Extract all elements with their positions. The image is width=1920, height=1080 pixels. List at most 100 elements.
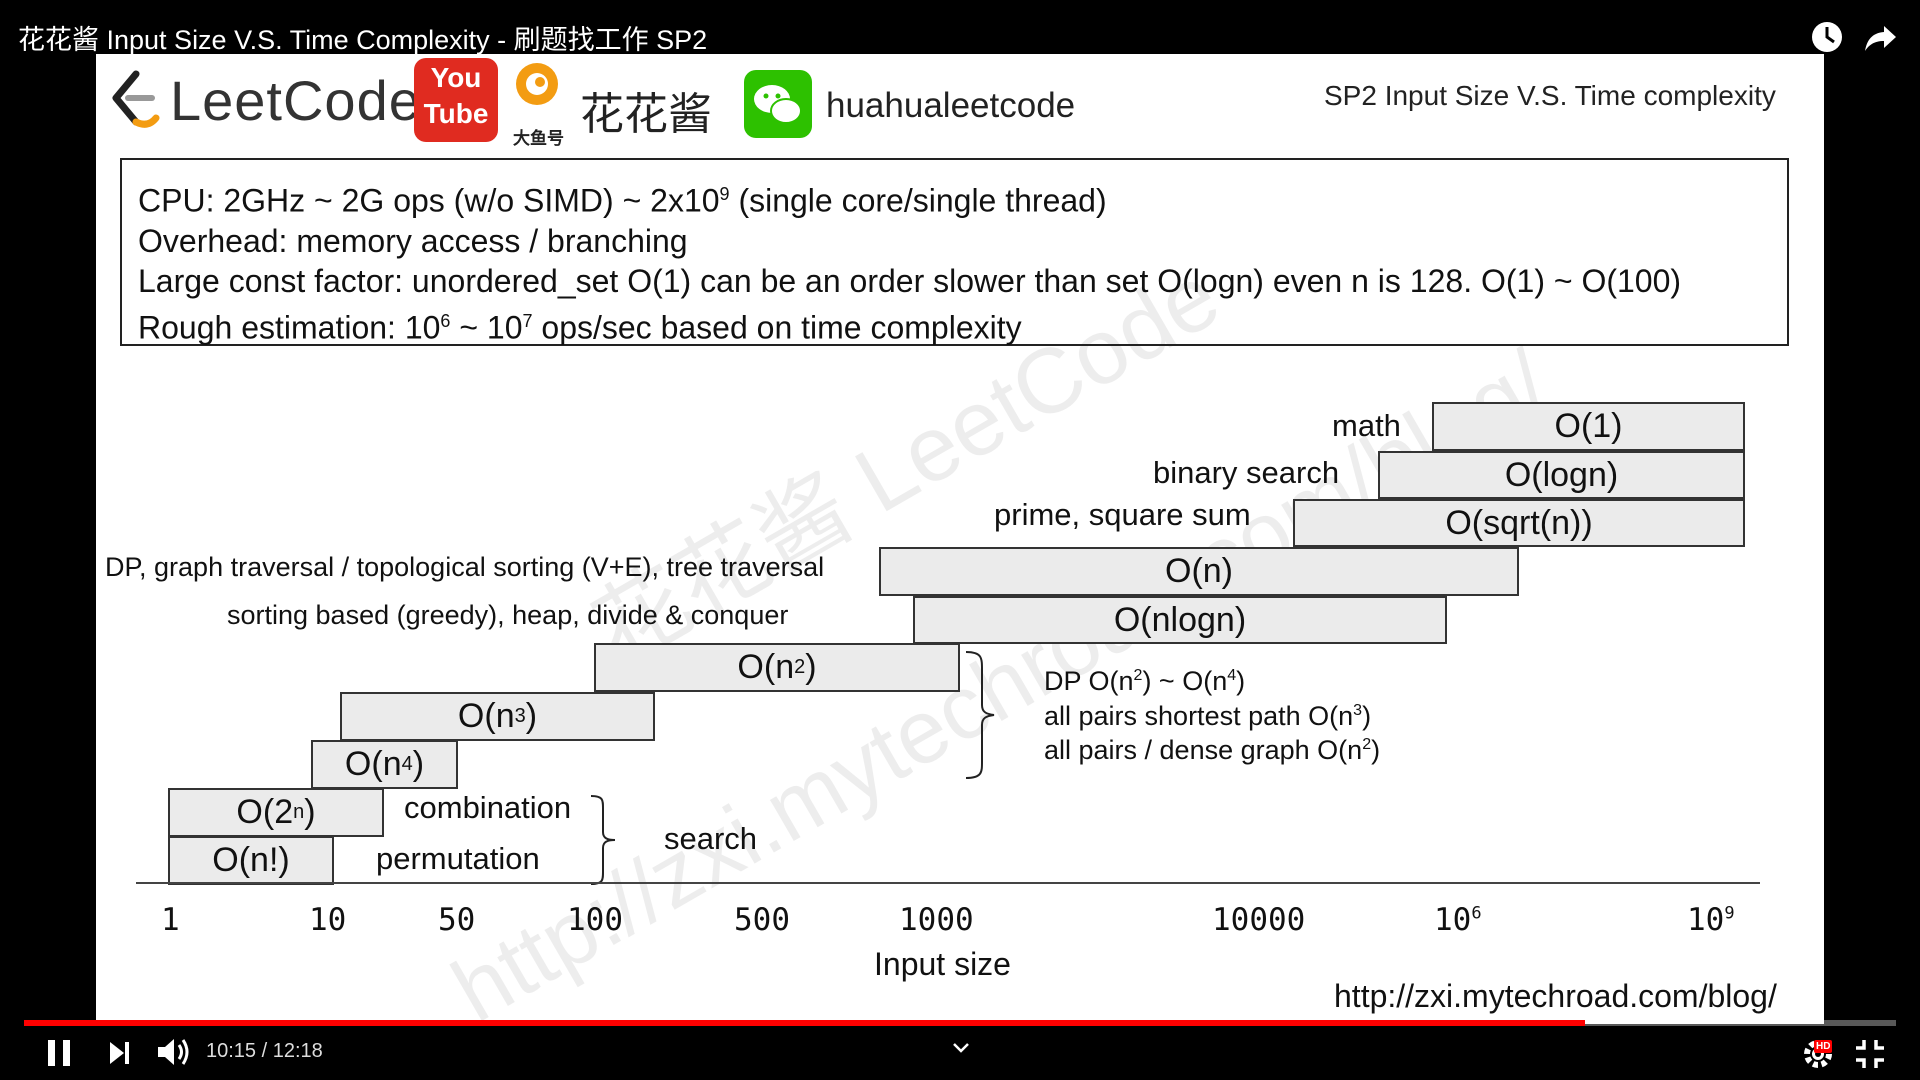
info-line-estimation-exp2: 7 [522, 310, 533, 331]
box-on3: O(n 3) [340, 692, 655, 741]
info-line-estimation-b: ~ 10 [450, 309, 523, 346]
youtube-logo: You Tube [414, 58, 498, 142]
axis-tick-1e9-exp: 9 [1724, 903, 1735, 924]
label-sorting: sorting based (greedy), heap, divide & c… [227, 600, 789, 630]
info-line-cpu-rest: (single core/single thread) [729, 182, 1107, 219]
note-dense-graph-b: ) [1371, 735, 1381, 765]
label-math: math [1332, 408, 1401, 443]
label-search: search [664, 821, 758, 856]
box-on4-base: O(n [344, 745, 402, 783]
hd-badge: HD [1814, 1040, 1833, 1053]
note-shortest-path-b: ) [1362, 701, 1372, 731]
next-icon[interactable] [106, 1038, 134, 1068]
axis-tick: 10 [309, 902, 347, 938]
leetcode-logo-text: LeetCode [170, 69, 421, 132]
label-dp-graph: DP, graph traversal / topological sortin… [105, 552, 825, 582]
info-line-estimation-exp1: 6 [440, 310, 451, 331]
label-permutation: permutation [376, 841, 540, 876]
axis-tick-1e9-base: 10 [1687, 902, 1725, 938]
label-prime: prime, square sum [994, 497, 1251, 532]
youtube-logo-top: You [430, 62, 482, 93]
duration: 12:18 [272, 1040, 323, 1062]
box-on4: O(n 4) [311, 740, 458, 789]
info-line-cpu-exp: 9 [719, 184, 730, 204]
note-dense-graph: all pairs / dense graph O(n2) [1044, 735, 1380, 766]
current-time: 10:15 [206, 1040, 257, 1062]
exit-fullscreen-icon[interactable] [1852, 1036, 1888, 1072]
box-on2-base: O(n [737, 648, 795, 686]
youtube-logo-bottom: Tube [423, 98, 489, 129]
info-line-estimation-c: ops/sec based on time complexity [532, 309, 1022, 346]
box-on4-close: ) [412, 745, 425, 783]
note-shortest-path: all pairs shortest path O(n3) [1044, 701, 1371, 732]
info-line-const-factor: Large const factor: unordered_set O(1) c… [138, 262, 1682, 299]
info-line-estimation: Rough estimation: 106 ~ 107 ops/sec base… [138, 301, 1771, 348]
info-line-estimation-a: Rough estimation: 10 [138, 309, 441, 346]
info-line-cpu: CPU: 2GHz ~ 2G ops (w/o SIMD) ~ 2x109 (s… [138, 174, 1771, 221]
axis-tick: 1000 [899, 902, 974, 938]
box-osqrt: O(sqrt(n)) [1293, 499, 1745, 547]
time-separator: / [261, 1040, 268, 1062]
note-dense-graph-a: all pairs / dense graph O(n [1044, 735, 1363, 765]
axis-line [136, 882, 1760, 884]
box-on: O(n) [879, 547, 1519, 596]
time-display: 10:15 / 12:18 [206, 1040, 323, 1063]
note-dp-b: ) ~ O(n [1142, 666, 1228, 696]
label-binary-search: binary search [1153, 455, 1340, 490]
axis-tick-1e6-exp: 6 [1471, 903, 1482, 924]
douyu-logo-icon [516, 63, 558, 105]
box-on3-exp: 3 [514, 705, 526, 727]
axis-tick-1e9: 109 [1687, 902, 1735, 938]
label-combination: combination [404, 790, 572, 825]
douyu-label: 大鱼号 [513, 129, 564, 148]
box-on2-close: ) [805, 648, 817, 686]
box-o2n-exp: n [293, 801, 305, 823]
note-shortest-path-a: all pairs shortest path O(n [1044, 701, 1354, 731]
box-ologn: O(logn) [1378, 451, 1745, 499]
axis-tick: 500 [734, 902, 790, 938]
note-shortest-path-exp: 3 [1353, 702, 1363, 719]
watch-later-icon[interactable] [1806, 16, 1848, 58]
volume-icon[interactable] [155, 1035, 193, 1069]
box-o2n-base: O(2 [236, 793, 294, 831]
chevron-down-icon[interactable] [950, 1040, 972, 1056]
box-on3-close: ) [525, 697, 538, 735]
axis-tick: 10000 [1212, 902, 1306, 938]
share-icon[interactable] [1860, 16, 1902, 58]
author-name: 花花酱 [580, 90, 712, 139]
box-on4-exp: 4 [401, 753, 413, 775]
info-box: CPU: 2GHz ~ 2G ops (w/o SIMD) ~ 2x109 (s… [120, 158, 1789, 346]
note-dp-a: DP O(n [1044, 666, 1134, 696]
box-on2: O(n 2) [594, 643, 960, 692]
note-dp-exp2: 4 [1227, 667, 1237, 684]
box-ofact: O(n!) [168, 836, 334, 885]
note-dense-graph-exp: 2 [1362, 736, 1372, 753]
pause-icon[interactable] [44, 1036, 74, 1070]
wechat-icon [744, 70, 812, 138]
box-o2n-close: ) [304, 793, 316, 831]
note-dp: DP O(n2) ~ O(n4) [1044, 666, 1245, 697]
axis-tick: 50 [438, 902, 476, 938]
axis-tick: 100 [567, 902, 623, 938]
axis-tick-1e6-base: 10 [1434, 902, 1472, 938]
leetcode-logo-icon [112, 70, 160, 128]
search-brace-icon [590, 795, 616, 885]
wechat-id: huahualeetcode [826, 86, 1076, 125]
axis-label: Input size [874, 946, 1011, 982]
box-onlogn: O(nlogn) [913, 596, 1447, 644]
notes-brace-icon [965, 651, 995, 779]
box-o2n: O(2 n) [168, 788, 384, 837]
video-title: 花花酱 Input Size V.S. Time Complexity - 刷题… [18, 25, 708, 55]
box-on2-exp: 2 [794, 656, 806, 678]
info-line-overhead: Overhead: memory access / branching [138, 222, 688, 259]
box-on3-base: O(n [457, 697, 515, 735]
blog-url: http://zxi.mytechroad.com/blog/ [1334, 978, 1777, 1014]
axis-tick: 1 [161, 902, 180, 938]
info-line-cpu-text: CPU: 2GHz ~ 2G ops (w/o SIMD) ~ 2x10 [138, 182, 720, 219]
note-dp-c: ) [1236, 666, 1246, 696]
progress-bar[interactable] [24, 1020, 1896, 1026]
axis-tick-1e6: 106 [1434, 902, 1482, 938]
progress-fill [24, 1020, 1586, 1026]
slide-title: SP2 Input Size V.S. Time complexity [1324, 80, 1776, 111]
slide: 花花酱 LeetCode http://zxi.mytechroad.com/b… [96, 54, 1824, 1024]
